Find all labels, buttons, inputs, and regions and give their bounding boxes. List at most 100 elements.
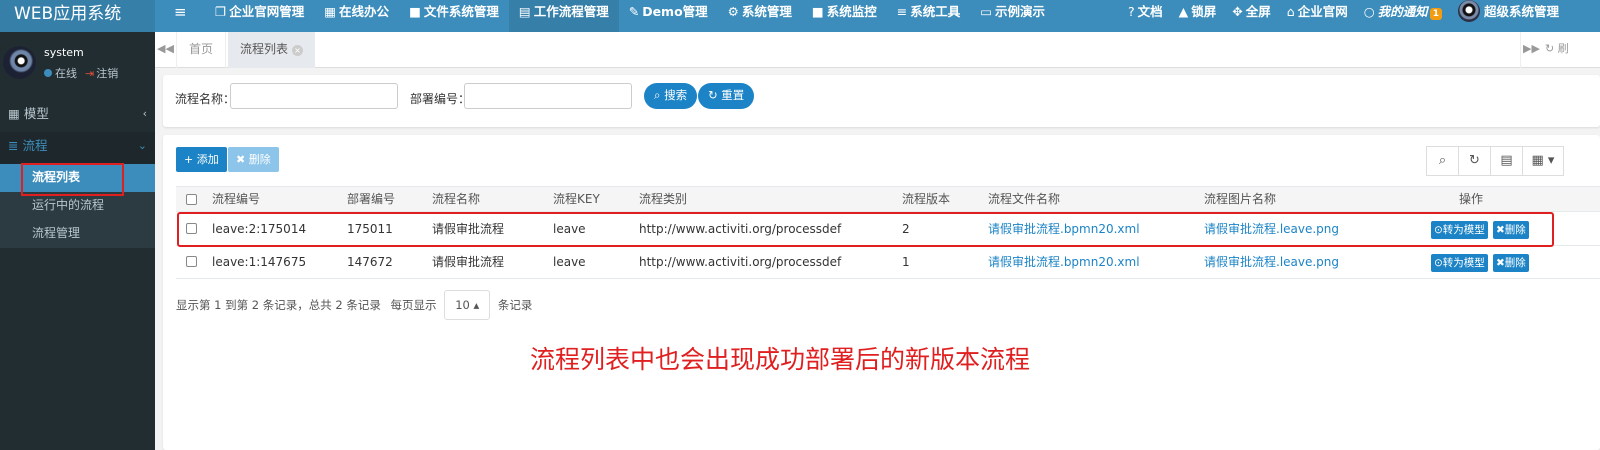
- nav-lock[interactable]: ▲ 锁屏: [1171, 0, 1225, 32]
- video-icon: ■: [811, 4, 824, 19]
- column-header[interactable]: 流程编号: [212, 187, 260, 213]
- page-size-select[interactable]: 10 ▴: [444, 290, 491, 320]
- sidebar-item-label: 模型: [23, 106, 49, 121]
- process-name-label: 流程名称：: [175, 92, 236, 106]
- refresh-icon[interactable]: ↻: [1458, 146, 1491, 176]
- sidebar-item-process-list[interactable]: 流程列表: [0, 163, 155, 196]
- process-category-cell: http://www.activiti.org/processdef: [639, 255, 842, 269]
- nav-item-monitor[interactable]: ■ 系统监控: [802, 0, 887, 32]
- nav-item-website[interactable]: ❐ 企业官网管理: [205, 0, 314, 32]
- sidebar-item-label: 流程: [22, 138, 48, 153]
- map-icon: ▦: [8, 106, 20, 121]
- process-name-input[interactable]: [230, 83, 398, 109]
- process-file-link[interactable]: 请假审批流程.bpmn20.xml: [988, 246, 1140, 279]
- toggle-view-icon[interactable]: ▤: [1490, 146, 1523, 176]
- columns-icon[interactable]: ▦ ▾: [1522, 146, 1564, 176]
- folder-icon: ■: [409, 4, 421, 19]
- select-all-checkbox[interactable]: [186, 194, 197, 205]
- tab-refresh-button[interactable]: ↻ 刷: [1545, 32, 1600, 68]
- user-status: 在线 ⇥ 注销: [44, 65, 118, 81]
- convert-to-model-button[interactable]: ⊙转为模型: [1431, 254, 1488, 272]
- tab-scroll-right-icon[interactable]: ▶▶: [1520, 32, 1542, 68]
- process-version-cell: 1: [902, 255, 910, 269]
- submenu-process: 流程列表 运行中的流程 流程管理: [0, 163, 155, 248]
- nav-item-system[interactable]: ⚙ 系统管理: [718, 0, 802, 32]
- process-id-cell: leave:2:175014: [212, 222, 307, 236]
- table-row[interactable]: leave:2:175014 175011 请假审批流程 leave http:…: [176, 213, 1600, 246]
- table-toolbar: ⌕ ↻ ▤ ▦ ▾: [1426, 146, 1564, 176]
- table-row[interactable]: leave:1:147675 147672 请假审批流程 leave http:…: [176, 246, 1600, 279]
- process-category-cell: http://www.activiti.org/processdef: [639, 222, 842, 236]
- column-header[interactable]: 流程类别: [639, 187, 687, 213]
- tab-home[interactable]: 首页: [177, 32, 227, 68]
- user-panel: system 在线 ⇥ 注销: [0, 32, 155, 90]
- deploy-id-cell: 147672: [347, 255, 393, 269]
- row-checkbox[interactable]: [186, 223, 197, 234]
- deploy-id-input[interactable]: [464, 83, 632, 109]
- sidebar-item-running-process[interactable]: 运行中的流程: [0, 192, 155, 220]
- nav-item-office[interactable]: ▦ 在线办公: [314, 0, 399, 32]
- gear-icon: ⚙: [727, 4, 739, 19]
- nav-item-filesystem[interactable]: ■ 文件系统管理: [399, 0, 509, 32]
- nav-label: 全屏: [1245, 4, 1271, 19]
- nav-label: 企业官网: [1297, 4, 1348, 19]
- office-icon: ▦: [324, 4, 337, 19]
- nav-fullscreen[interactable]: ✥ 全屏: [1224, 0, 1279, 32]
- edit-icon: ✎: [628, 4, 640, 19]
- reset-button[interactable]: ↻ 重置: [698, 83, 755, 109]
- app-logo[interactable]: WEB应用系统: [0, 0, 155, 32]
- row-delete-button[interactable]: ✖删除: [1493, 221, 1529, 239]
- database-icon: ≣: [8, 138, 19, 153]
- sidebar-item-model[interactable]: ▦ 模型 ‹: [0, 100, 155, 132]
- nav-label: 文档: [1137, 4, 1163, 19]
- nav-docs[interactable]: ? 文档: [1120, 0, 1171, 32]
- lock-icon: ▲: [1178, 4, 1189, 19]
- row-delete-button[interactable]: ✖删除: [1493, 254, 1529, 272]
- side-menu: ▦ 模型 ‹ ≣ 流程 ⌄ 流程列表 运行中的流程 流程管理: [0, 100, 155, 248]
- logout-icon[interactable]: ⇥: [85, 67, 94, 80]
- process-name-cell: 请假审批流程: [432, 222, 505, 236]
- nav-item-tools[interactable]: ≡ 系统工具: [887, 0, 971, 32]
- process-image-link[interactable]: 请假审批流程.leave.png: [1204, 213, 1339, 246]
- pagination-info: 显示第 1 到第 2 条记录，总共 2 条记录 每页显示 10 ▴ 条记录: [176, 290, 532, 320]
- menu-toggle-icon[interactable]: ≡: [174, 0, 187, 32]
- online-label: 在线: [55, 67, 77, 80]
- process-version-cell: 2: [902, 222, 910, 236]
- table-header: 流程编号 部署编号 流程名称 流程KEY 流程类别 流程版本 流程文件名称 流程…: [176, 186, 1600, 212]
- search-button[interactable]: ⌕ 搜索: [644, 83, 698, 109]
- delete-button[interactable]: ✖ 删除: [228, 147, 279, 172]
- column-header[interactable]: 流程文件名称: [988, 187, 1060, 213]
- workflow-icon: ▤: [518, 4, 531, 19]
- process-key-cell: leave: [553, 255, 586, 269]
- row-checkbox[interactable]: [186, 256, 197, 267]
- column-header[interactable]: 流程图片名称: [1204, 187, 1276, 213]
- nav-item-workflow[interactable]: ▤ 工作流程管理: [508, 0, 619, 32]
- column-header[interactable]: 流程KEY: [553, 187, 600, 213]
- tab-scroll-left-icon[interactable]: ◀◀: [155, 32, 177, 68]
- sidebar-item-process-manage[interactable]: 流程管理: [0, 220, 155, 248]
- nav-user-menu[interactable]: 超级系统管理: [1450, 0, 1567, 32]
- avatar: [3, 46, 36, 79]
- nav-notifications[interactable]: ○ 我的通知 1: [1356, 0, 1450, 32]
- nav-item-demo-show[interactable]: ▭ 示例演示: [970, 0, 1055, 32]
- nav-label: 系统工具: [910, 4, 961, 19]
- convert-to-model-button[interactable]: ⊙转为模型: [1431, 221, 1488, 239]
- tab-process-list[interactable]: 流程列表 ×: [228, 32, 316, 68]
- column-header[interactable]: 流程名称: [432, 187, 480, 213]
- close-icon[interactable]: ×: [292, 45, 304, 56]
- process-file-link[interactable]: 请假审批流程.bpmn20.xml: [988, 213, 1140, 246]
- column-header[interactable]: 流程版本: [902, 187, 950, 213]
- sidebar-item-process[interactable]: ≣ 流程 ⌄: [0, 132, 155, 164]
- top-navbar: WEB应用系统 ≡ ❐ 企业官网管理 ▦ 在线办公 ■ 文件系统管理 ▤ 工作流程管理 …: [0, 0, 1600, 32]
- column-header[interactable]: 部署编号: [347, 187, 395, 213]
- annotation-text: 流程列表中也会出现成功部署后的新版本流程: [530, 345, 1031, 374]
- deploy-id-cell: 175011: [347, 222, 393, 236]
- logout-link[interactable]: 注销: [96, 67, 118, 80]
- nav-website[interactable]: ⌂ 企业官网: [1279, 0, 1356, 32]
- chevron-left-icon: ‹: [142, 107, 147, 120]
- search-icon[interactable]: ⌕: [1426, 146, 1459, 176]
- nav-item-demo[interactable]: ✎ Demo管理: [619, 0, 718, 32]
- add-button[interactable]: + 添加: [176, 147, 227, 172]
- process-image-link[interactable]: 请假审批流程.leave.png: [1204, 246, 1339, 279]
- tab-label: 流程列表: [240, 42, 289, 56]
